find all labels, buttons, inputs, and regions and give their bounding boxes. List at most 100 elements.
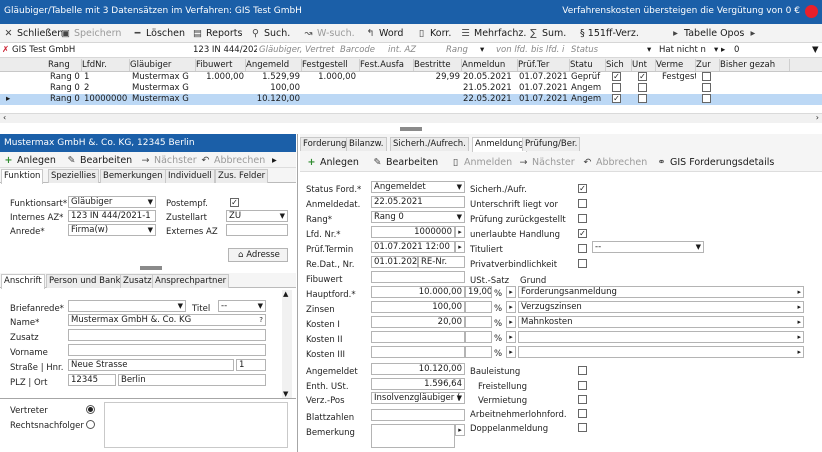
- checkbox[interactable]: [702, 72, 711, 81]
- strasse-field[interactable]: Neue Strasse: [68, 359, 234, 371]
- table-row-selected[interactable]: ▸ Rang 0 10000000 Mustermax G 10.120,00 …: [0, 94, 822, 105]
- checkbox[interactable]: [702, 83, 711, 92]
- vertreter-list[interactable]: [104, 402, 288, 448]
- save-button[interactable]: ▣ Speichern: [60, 27, 121, 40]
- bauleistung-checkbox[interactable]: [578, 366, 587, 375]
- tab-zusfelder[interactable]: Zus. Felder: [215, 169, 269, 183]
- play-icon[interactable]: ▸: [506, 286, 516, 298]
- anmeldedat-field[interactable]: 22.05.2021: [371, 196, 465, 208]
- play-icon[interactable]: ▸: [455, 241, 465, 253]
- table-row[interactable]: Rang 0 2 Mustermax G 100,00 21.05.2021 0…: [0, 83, 822, 94]
- play-icon[interactable]: ▸: [506, 346, 516, 358]
- help-icon[interactable]: ?: [259, 315, 263, 325]
- renr-field[interactable]: RE-Nr.: [418, 256, 465, 268]
- korr-button[interactable]: ▯ Korr.: [416, 27, 452, 40]
- internes-az-field[interactable]: 123 IN 444/2021-1: [68, 210, 156, 222]
- blattzahlen-field[interactable]: [371, 409, 465, 421]
- col-prueftermin[interactable]: Prüf.Ter: [518, 59, 570, 71]
- tituliert-checkbox[interactable]: [578, 244, 587, 253]
- funktionsart-select[interactable]: Gläubiger ▼: [68, 196, 156, 208]
- filter-intaz[interactable]: int. AZ: [388, 44, 444, 57]
- name-field[interactable]: Mustermax GmbH &. Co. KG?: [68, 314, 266, 326]
- col-status[interactable]: Statu: [570, 59, 606, 71]
- kosten2-field[interactable]: [371, 331, 465, 343]
- play-icon[interactable]: ▸: [455, 226, 465, 238]
- arbeitnehmer-checkbox[interactable]: [578, 409, 587, 418]
- col-glaeubiger[interactable]: Gläubiger: [130, 59, 196, 71]
- cell-sich[interactable]: ✓: [612, 94, 626, 105]
- scroll-right-icon[interactable]: ›: [816, 113, 819, 122]
- ust-satz-field[interactable]: [465, 301, 492, 313]
- col-bestritte[interactable]: Bestritte: [414, 59, 462, 71]
- checkbox[interactable]: ✓: [612, 94, 621, 103]
- col-bisher[interactable]: Bisher gezah: [720, 59, 790, 71]
- col-festausfa[interactable]: Fest.Ausfa: [360, 59, 414, 71]
- mehrfachz-button[interactable]: ☰ Mehrfachz.: [460, 27, 526, 40]
- tab-anmeldung[interactable]: Anmeldung: [472, 137, 527, 152]
- tab-zusatz[interactable]: Zusatz: [120, 274, 155, 288]
- close-button[interactable]: ✕ Schließen: [3, 27, 64, 40]
- cell-zur[interactable]: [702, 94, 716, 105]
- chevron-down-icon[interactable]: ▾ ▸: [714, 44, 734, 57]
- anmelden-button[interactable]: ▯ Anmelden: [450, 156, 512, 169]
- play-icon[interactable]: ▸: [506, 316, 516, 328]
- cancel-button[interactable]: ↶ Abbrechen: [200, 154, 266, 167]
- hnr-field[interactable]: 1: [236, 359, 266, 371]
- chevron-down-icon[interactable]: ▾: [647, 44, 657, 57]
- unerlaubt-checkbox[interactable]: ✓: [578, 229, 587, 238]
- plz-field[interactable]: 12345: [68, 374, 116, 386]
- enth-ust-field[interactable]: 1.596,64: [371, 378, 465, 390]
- play-icon[interactable]: ▸: [506, 301, 516, 313]
- tab-funktion[interactable]: Funktion: [1, 169, 44, 184]
- filter-barcode[interactable]: Barcode: [340, 44, 384, 57]
- filter-name[interactable]: GIS Test GmbH: [12, 44, 192, 57]
- cell-sich[interactable]: [612, 83, 626, 94]
- ust-satz-field[interactable]: [465, 316, 492, 328]
- doppel-checkbox[interactable]: [578, 423, 587, 432]
- delete-button[interactable]: ━ Löschen: [132, 27, 185, 40]
- cell-sich[interactable]: ✓: [612, 72, 626, 83]
- filter-vonlfd[interactable]: von lfd.: [496, 44, 530, 57]
- cell-zur[interactable]: [702, 72, 716, 83]
- tabelle-opos-button[interactable]: ▸ Tabelle Opos ▸: [670, 27, 761, 40]
- vermietung-checkbox[interactable]: [578, 395, 587, 404]
- kosten3-field[interactable]: [371, 346, 465, 358]
- splitter-grip[interactable]: [140, 266, 162, 270]
- rechtsnachfolger-radio[interactable]: [86, 420, 95, 429]
- vertreter-radio[interactable]: [86, 405, 95, 414]
- privat-checkbox[interactable]: [578, 259, 587, 268]
- gis-details-button[interactable]: ⚭ GIS Forderungsdetails: [656, 156, 775, 169]
- filter-status[interactable]: Status: [571, 44, 645, 57]
- checkbox[interactable]: ✓: [612, 72, 621, 81]
- edit-button[interactable]: ✎ Bearbeiten: [66, 154, 133, 167]
- reports-button[interactable]: ▤ Reports: [192, 27, 242, 40]
- checkbox[interactable]: [638, 94, 647, 103]
- verz-button[interactable]: § 151ff-Verz.: [580, 27, 639, 40]
- briefanrede-select[interactable]: ▼: [68, 300, 186, 312]
- grund-select[interactable]: Mahnkosten ▸: [518, 316, 804, 328]
- sicherh-checkbox[interactable]: ✓: [578, 184, 587, 193]
- grund-select[interactable]: Forderungsanmeldung ▸: [518, 286, 804, 298]
- tab-individuell[interactable]: Individuell: [165, 169, 215, 183]
- tab-sicherh[interactable]: Sicherh./Aufrech.: [390, 137, 469, 151]
- next-button[interactable]: → Nächster: [140, 154, 197, 167]
- filter-az[interactable]: 123 IN 444/202: [193, 44, 257, 57]
- zinsen-field[interactable]: 100,00: [371, 301, 465, 313]
- chevron-down-icon[interactable]: ▾: [480, 44, 490, 57]
- ust-satz-field[interactable]: 19,00: [465, 286, 492, 298]
- scroll-up-icon[interactable]: ▲: [283, 290, 288, 298]
- splitter[interactable]: [0, 123, 822, 134]
- zustellart-select[interactable]: ZU ▼: [226, 210, 288, 222]
- checkbox[interactable]: [638, 83, 647, 92]
- kosten1-field[interactable]: 20,00: [371, 316, 465, 328]
- redat-field[interactable]: 01.01.202: [371, 256, 418, 268]
- col-rang[interactable]: Rang: [48, 59, 82, 71]
- tab-spezielles[interactable]: Speziellies: [48, 169, 99, 183]
- col-zur[interactable]: Zur: [696, 59, 720, 71]
- tab-ansprechpartner[interactable]: Ansprechpartner: [152, 274, 230, 288]
- hauptford-field[interactable]: 10.000,00: [371, 286, 465, 298]
- fibuwert-field[interactable]: [371, 271, 465, 283]
- zusatz-field[interactable]: [68, 329, 266, 341]
- horizontal-scrollbar[interactable]: ‹ ›: [0, 113, 822, 123]
- new-button[interactable]: + Anlegen: [3, 154, 56, 167]
